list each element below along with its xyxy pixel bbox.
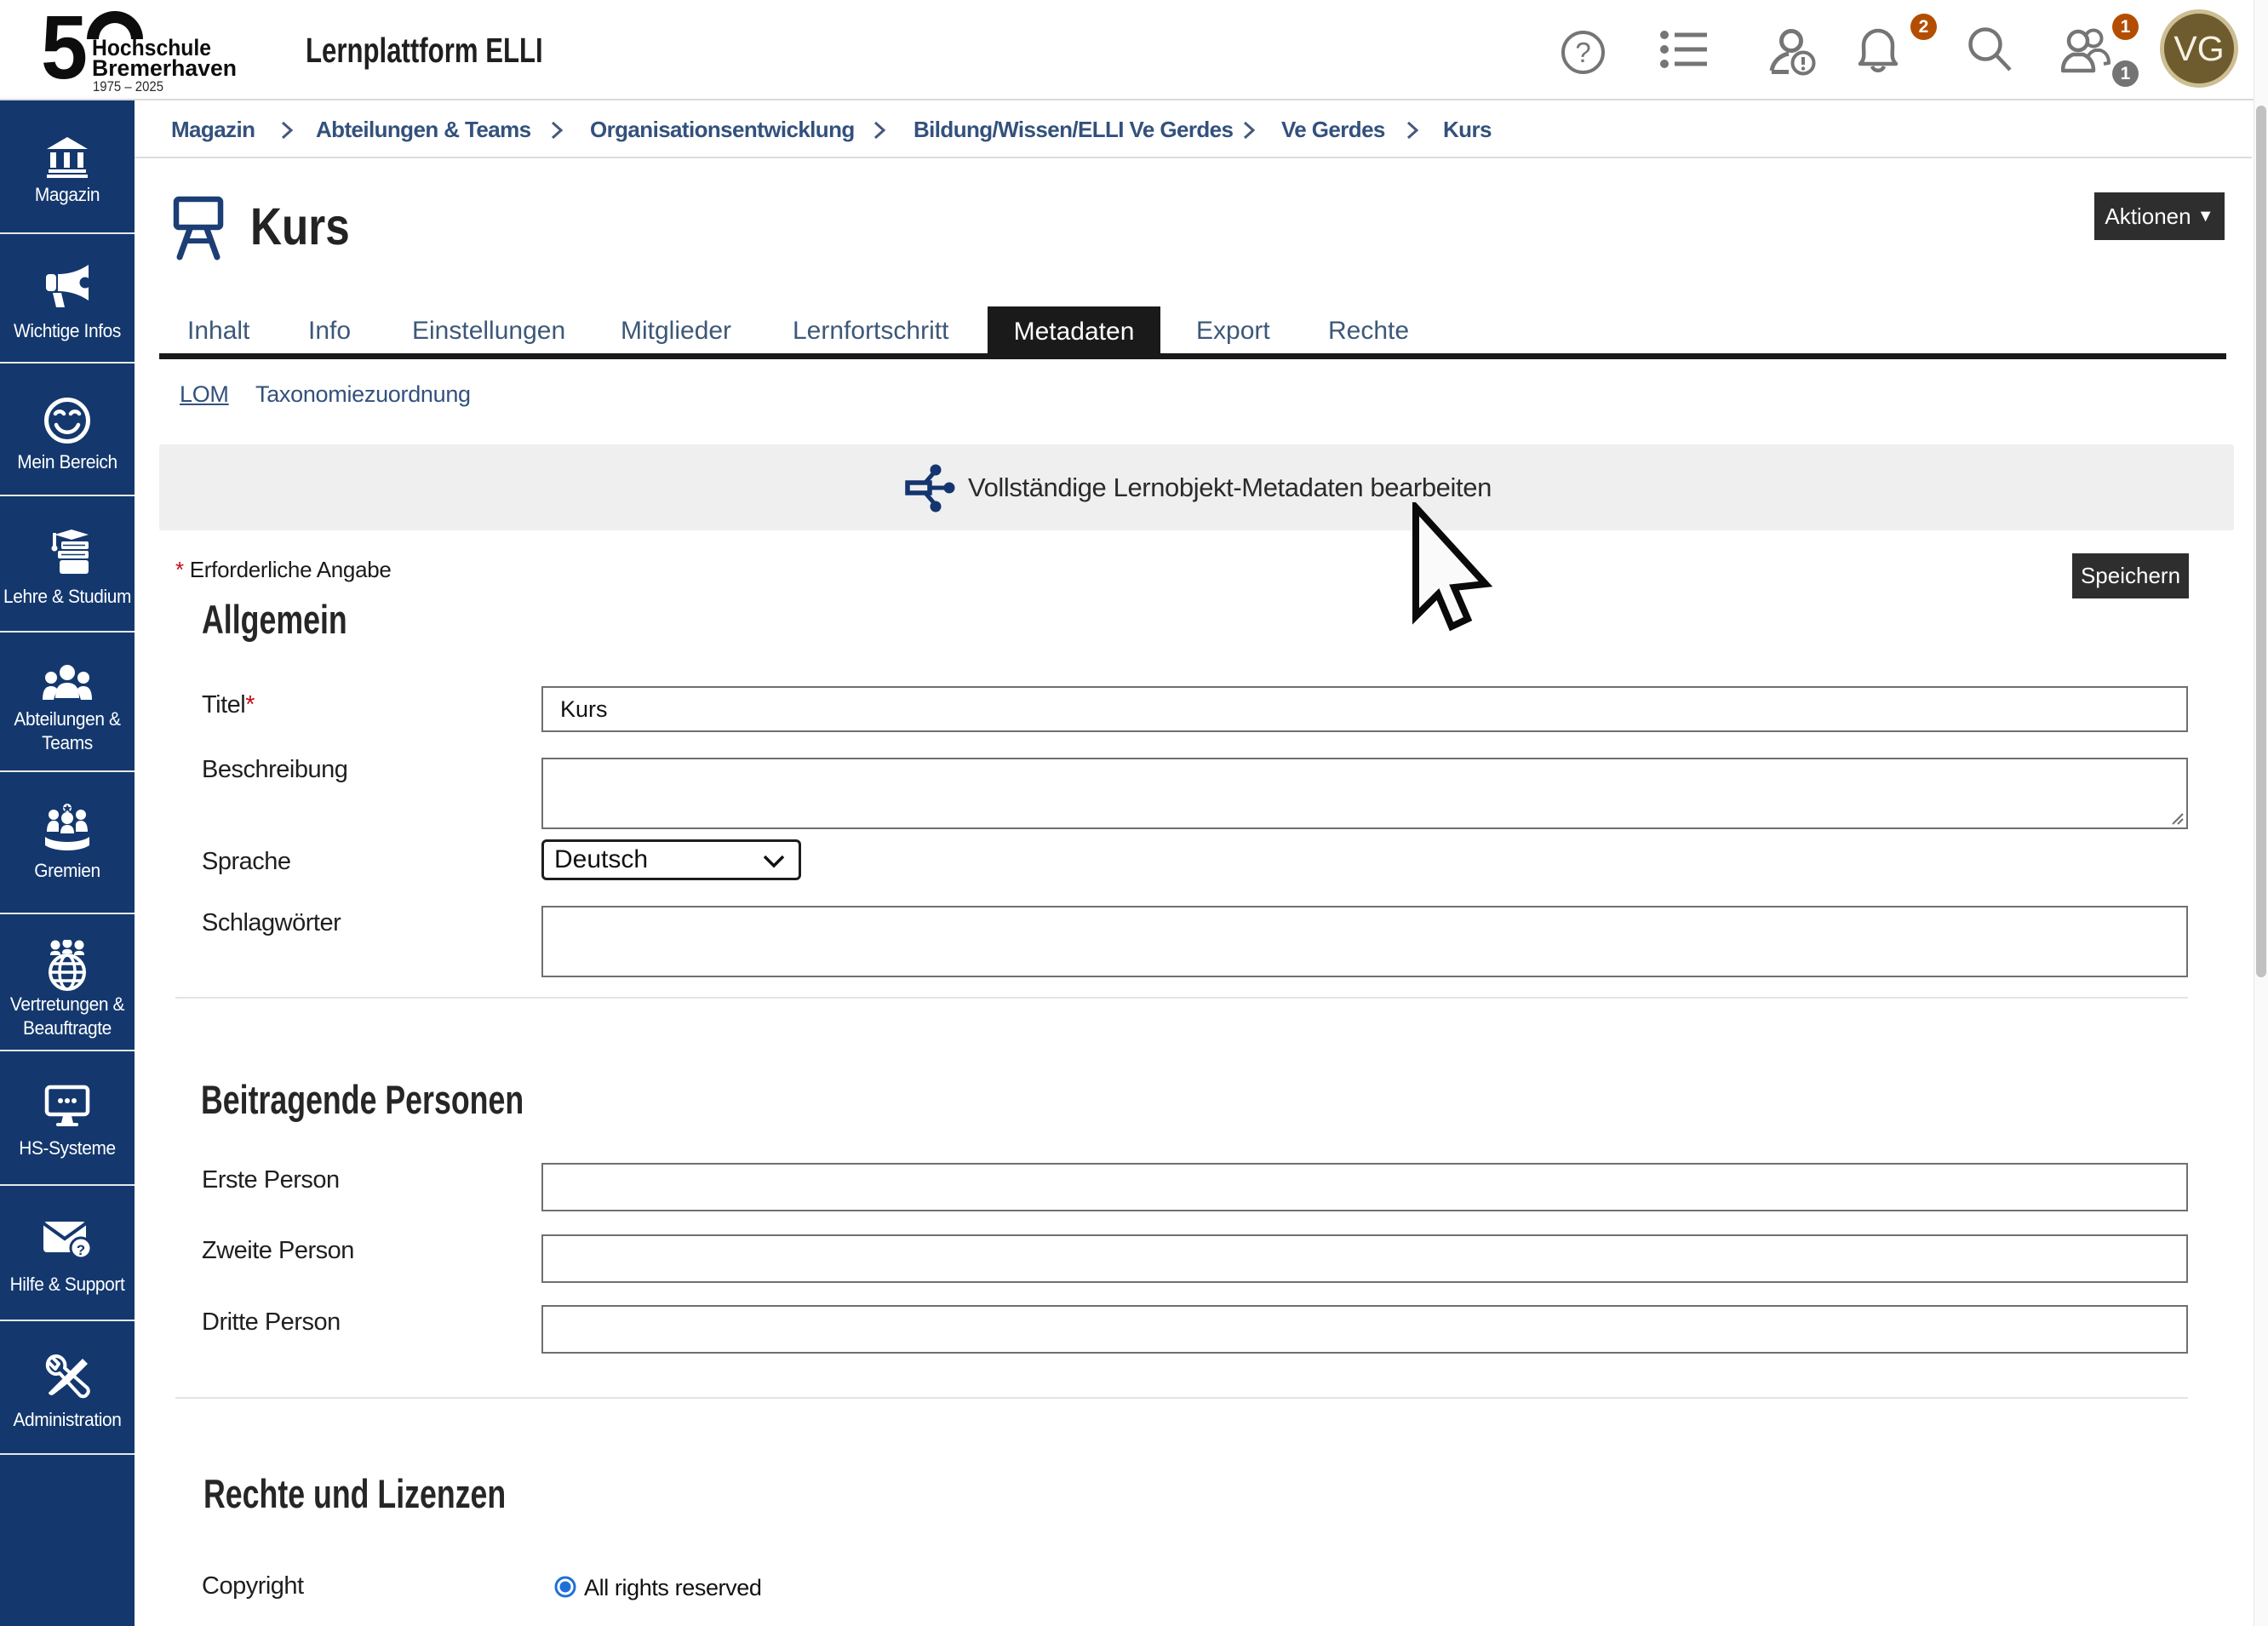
svg-text:?: ? [1575, 37, 1590, 68]
svg-text:1975 – 2025: 1975 – 2025 [93, 78, 163, 94]
svg-text:?: ? [77, 1242, 85, 1258]
svg-text:Bremerhaven: Bremerhaven [92, 55, 237, 81]
svg-text:5: 5 [41, 7, 88, 98]
